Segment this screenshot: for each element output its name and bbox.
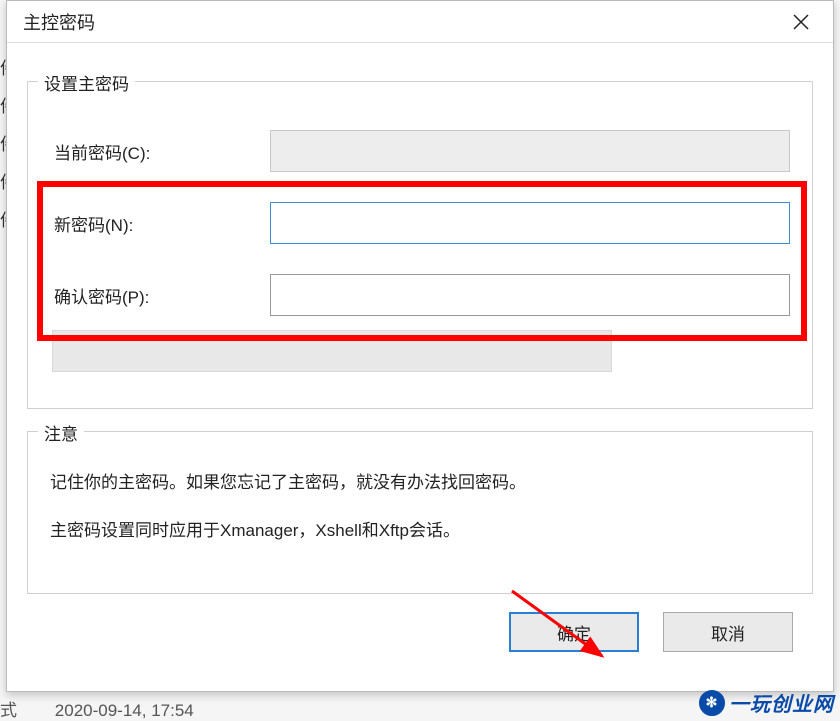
note-title: 注意 <box>38 420 84 445</box>
watermark-logo-icon: ✻ <box>699 690 725 716</box>
new-password-row: 新密码(N): <box>50 202 790 244</box>
confirm-password-input[interactable] <box>270 274 790 316</box>
titlebar: 主控密码 <box>7 1 833 43</box>
close-icon <box>793 14 809 30</box>
note-group: 注意 记住你的主密码。如果您忘记了主密码，就没有办法找回密码。 主密码设置同时应… <box>27 431 813 594</box>
cancel-button[interactable]: 取消 <box>663 612 793 652</box>
current-password-label: 当前密码(C): <box>50 139 270 164</box>
watermark: ✻ 一玩创业网 <box>699 688 834 717</box>
note-line-1: 记住你的主密码。如果您忘记了主密码，就没有办法找回密码。 <box>50 470 790 496</box>
password-strength-bar <box>52 330 612 372</box>
note-line-2: 主密码设置同时应用于Xmanager，Xshell和Xftp会话。 <box>50 518 790 544</box>
group-title: 设置主密码 <box>38 70 135 95</box>
dialog-buttons: 确定 取消 <box>27 594 813 652</box>
set-master-password-group: 设置主密码 当前密码(C): 新密码(N): 确认密码(P): <box>27 81 813 409</box>
confirm-password-row: 确认密码(P): <box>50 274 790 316</box>
dialog-content: 设置主密码 当前密码(C): 新密码(N): 确认密码(P): 注意 记住你的主… <box>7 43 833 662</box>
new-password-label: 新密码(N): <box>50 211 270 236</box>
current-password-row: 当前密码(C): <box>50 130 790 172</box>
confirm-password-label: 确认密码(P): <box>50 283 270 308</box>
watermark-text: 一玩创业网 <box>729 688 834 717</box>
new-password-input[interactable] <box>270 202 790 244</box>
ok-button[interactable]: 确定 <box>509 612 639 652</box>
close-button[interactable] <box>781 7 821 37</box>
current-password-input <box>270 130 790 172</box>
background-footer: 式 2020-09-14, 17:54 <box>0 696 194 721</box>
master-password-dialog: 主控密码 设置主密码 当前密码(C): 新密码(N): 确认密码(P): 注意 <box>6 0 834 692</box>
dialog-title: 主控密码 <box>23 9 95 35</box>
